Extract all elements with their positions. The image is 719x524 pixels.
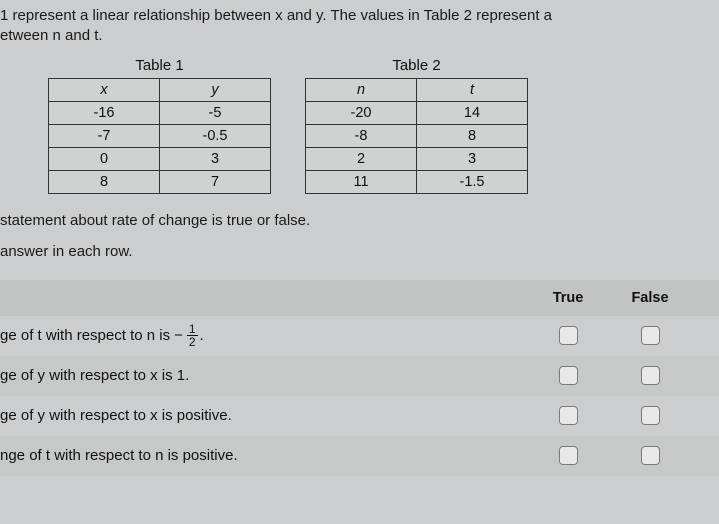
mid-text-2: answer in each row. — [0, 243, 719, 260]
table-1-head-y: y — [160, 78, 271, 101]
question-row-3: ge of y with respect to x is positive. — [0, 396, 719, 436]
table-1-title: Table 1 — [48, 57, 271, 74]
table-2-head-n: n — [306, 78, 417, 101]
question-1-neg: − — [174, 327, 183, 344]
intro-line-2: etween n and t. — [0, 26, 719, 46]
question-1-post: . — [200, 327, 204, 344]
table-row: -7 -0.5 — [49, 124, 271, 147]
table-1-cell: 3 — [160, 147, 271, 170]
table-row: -16 -5 — [49, 101, 271, 124]
q1-true-checkbox[interactable] — [559, 326, 578, 345]
false-column-header: False — [609, 290, 691, 306]
question-1-pre: ge of t with respect to n is — [0, 327, 170, 344]
table-2-cell: 3 — [417, 147, 528, 170]
question-1-text: ge of t with respect to n is − 1 2 . — [0, 323, 527, 348]
fraction-icon: 1 2 — [187, 323, 198, 348]
q3-true-checkbox[interactable] — [559, 406, 578, 425]
table-2-cell: -1.5 — [417, 170, 528, 193]
table-row: -20 14 — [306, 101, 528, 124]
table-2: n t -20 14 -8 8 2 3 11 -1.5 — [305, 78, 528, 194]
fraction-denominator: 2 — [187, 336, 198, 348]
table-1-cell: -0.5 — [160, 124, 271, 147]
table-2-cell: 11 — [306, 170, 417, 193]
table-row: 11 -1.5 — [306, 170, 528, 193]
table-1-cell: 7 — [160, 170, 271, 193]
question-row-2: ge of y with respect to x is 1. — [0, 356, 719, 396]
table-1-cell: -7 — [49, 124, 160, 147]
table-2-head-t: t — [417, 78, 528, 101]
table-1-head-x: x — [49, 78, 160, 101]
q2-false-checkbox[interactable] — [641, 366, 660, 385]
question-row-1: ge of t with respect to n is − 1 2 . — [0, 316, 719, 356]
true-column-header: True — [527, 290, 609, 306]
table-1-cell: -16 — [49, 101, 160, 124]
intro-line-1: 1 represent a linear relationship betwee… — [0, 6, 719, 26]
q4-true-checkbox[interactable] — [559, 446, 578, 465]
table-1: x y -16 -5 -7 -0.5 0 3 8 7 — [48, 78, 271, 194]
table-row: 2 3 — [306, 147, 528, 170]
table-2-cell: 14 — [417, 101, 528, 124]
q2-true-checkbox[interactable] — [559, 366, 578, 385]
question-4-text: nge of t with respect to n is positive. — [0, 447, 527, 464]
table-2-title: Table 2 — [305, 57, 528, 74]
table-row: 8 7 — [49, 170, 271, 193]
table-1-cell: 0 — [49, 147, 160, 170]
table-1-cell: -5 — [160, 101, 271, 124]
table-row: 0 3 — [49, 147, 271, 170]
table-2-block: Table 2 n t -20 14 -8 8 2 3 — [305, 57, 528, 194]
table-2-cell: 8 — [417, 124, 528, 147]
answers-grid: True False ge of t with respect to n is … — [0, 280, 719, 476]
question-row-4: nge of t with respect to n is positive. — [0, 436, 719, 476]
mid-text-1: statement about rate of change is true o… — [0, 212, 719, 229]
table-row: -8 8 — [306, 124, 528, 147]
q4-false-checkbox[interactable] — [641, 446, 660, 465]
table-2-cell: -20 — [306, 101, 417, 124]
q1-false-checkbox[interactable] — [641, 326, 660, 345]
table-1-cell: 8 — [49, 170, 160, 193]
question-2-text: ge of y with respect to x is 1. — [0, 367, 527, 384]
answers-header-row: True False — [0, 280, 719, 316]
q3-false-checkbox[interactable] — [641, 406, 660, 425]
table-2-cell: -8 — [306, 124, 417, 147]
table-1-block: Table 1 x y -16 -5 -7 -0.5 0 3 — [48, 57, 271, 194]
table-2-cell: 2 — [306, 147, 417, 170]
tables-container: Table 1 x y -16 -5 -7 -0.5 0 3 — [48, 57, 719, 194]
question-3-text: ge of y with respect to x is positive. — [0, 407, 527, 424]
